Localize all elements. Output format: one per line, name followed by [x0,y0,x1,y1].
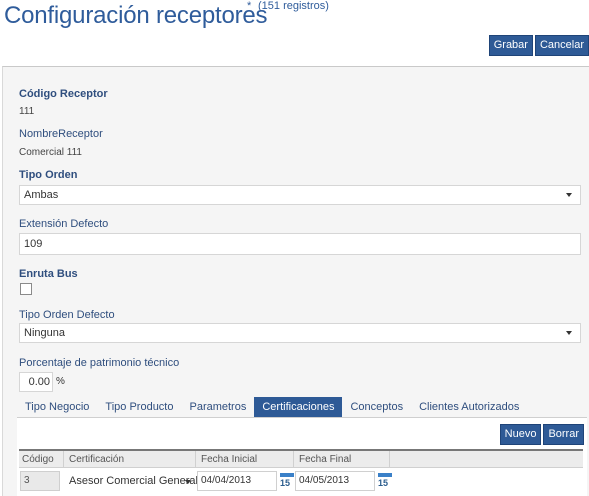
tipo-orden-defecto-label: Tipo Orden Defecto [19,309,115,321]
column-header-certificacion[interactable]: Certificación [69,454,124,465]
chevron-down-icon [566,331,572,335]
page-header: Configuración receptores * (151 registro… [0,0,589,66]
tab-parametros[interactable]: Parametros [181,397,254,417]
modified-marker: * [247,0,252,12]
enruta-bus-label: Enruta Bus [19,268,78,280]
delete-button[interactable]: Borrar [543,424,584,445]
tab-conceptos[interactable]: Conceptos [342,397,411,417]
fecha-final-input[interactable]: 04/05/2013 [295,471,375,491]
extension-defecto-label: Extensión Defecto [19,218,109,230]
porcentaje-value: 0.00 [28,376,50,388]
tab-clientes-autorizados[interactable]: Clientes Autorizados [411,397,527,417]
column-divider [195,451,196,468]
column-header-codigo[interactable]: Código [22,454,54,465]
tipo-orden-label: Tipo Orden [19,169,78,181]
cancel-button[interactable]: Cancelar [534,35,589,56]
tab-tipo-negocio[interactable]: Tipo Negocio [17,397,97,417]
save-button[interactable]: Grabar [488,35,533,56]
grid-header: Código Certificación Fecha Inicial Fecha… [19,449,583,468]
cell-certificacion[interactable]: Asesor Comercial General [69,475,198,487]
record-count: (151 registros) [258,0,329,12]
tipo-orden-defecto-value: Ninguna [24,327,65,339]
porcentaje-input[interactable]: 0.00 [19,372,53,392]
extension-defecto-value: 109 [24,238,43,250]
nombre-receptor-value: Comercial 111 [19,147,82,158]
grid-actions: Nuevo Borrar [499,424,584,445]
table-row[interactable]: 3 Asesor Comercial General 04/04/2013 15… [19,470,583,492]
tab-tipo-producto[interactable]: Tipo Producto [97,397,181,417]
codigo-receptor-value: 111 [19,106,35,117]
calendar-icon-header [280,473,294,477]
form-panel: Código Receptor 111 NombreReceptor Comer… [2,66,589,496]
tab-strip: Tipo Negocio Tipo Producto Parametros Ce… [17,397,527,417]
column-divider [63,451,64,468]
certificaciones-panel: Nuevo Borrar Código Certificación Fecha … [17,417,587,496]
page-title: Configuración receptores [4,2,268,29]
column-divider [293,451,294,468]
enruta-bus-checkbox[interactable] [20,283,32,295]
chevron-down-icon [566,193,572,197]
tipo-orden-defecto-select[interactable]: Ninguna [19,323,581,343]
column-divider [389,451,390,468]
nombre-receptor-label: NombreReceptor [19,128,103,140]
codigo-receptor-label: Código Receptor [19,88,108,100]
column-header-fecha-final[interactable]: Fecha Final [299,454,351,465]
porcentaje-label: Porcentaje de patrimonio técnico [19,357,180,369]
chevron-down-icon[interactable] [185,480,191,484]
calendar-day-number: 15 [280,478,291,488]
tipo-orden-select[interactable]: Ambas [19,185,581,205]
cell-codigo: 3 [20,471,60,491]
extension-defecto-input[interactable]: 109 [19,233,581,255]
calendar-icon[interactable]: 15 [377,472,393,490]
tipo-orden-value: Ambas [24,189,59,201]
fecha-inicial-input[interactable]: 04/04/2013 [197,471,277,491]
tab-certificaciones[interactable]: Certificaciones [254,397,343,417]
percent-unit: % [56,376,65,387]
calendar-icon[interactable]: 15 [279,472,295,490]
calendar-day-number: 15 [378,478,389,488]
calendar-icon-header [378,473,392,477]
top-actions: Grabar Cancelar [488,35,589,56]
new-button[interactable]: Nuevo [499,424,542,445]
column-header-fecha-inicial[interactable]: Fecha Inicial [201,454,257,465]
